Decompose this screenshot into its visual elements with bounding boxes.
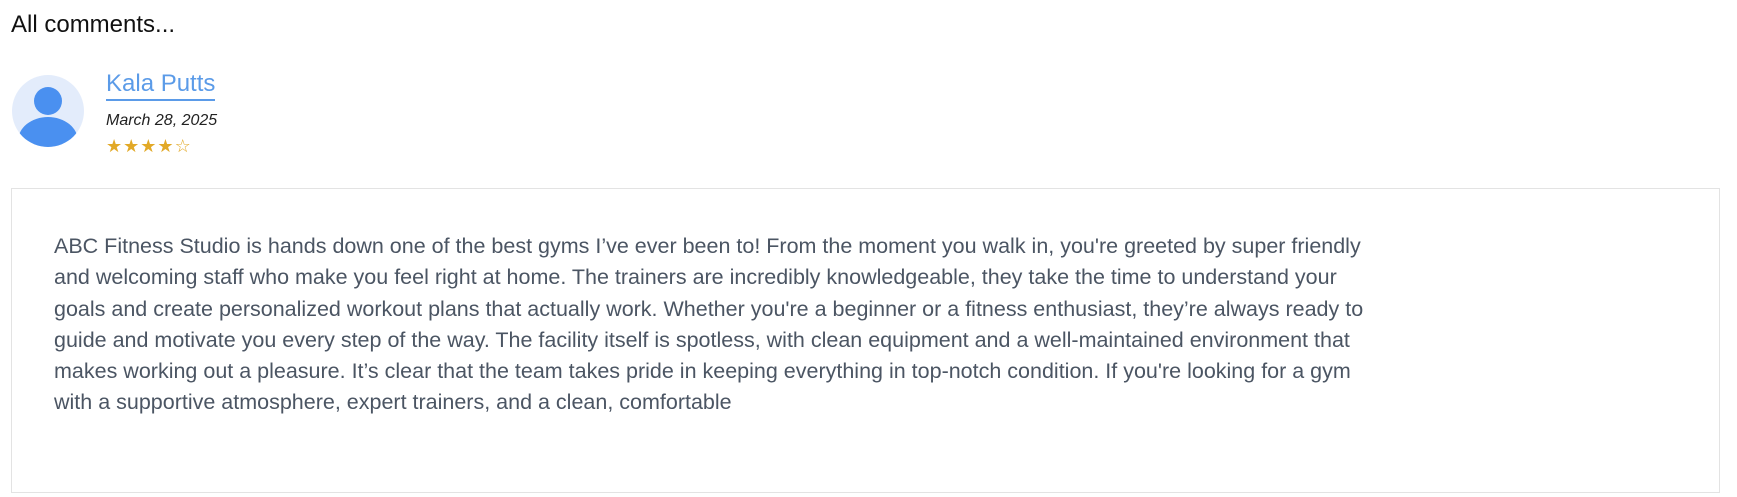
star-empty-icon: ☆ xyxy=(174,136,191,156)
user-avatar-icon xyxy=(12,75,84,147)
star-rating: ★ ★ ★ ★ ☆ xyxy=(106,137,217,155)
star-filled-icon: ★ xyxy=(140,136,157,156)
section-title: All comments... xyxy=(11,11,176,38)
comment-header: Kala Putts March 28, 2025 ★ ★ ★ ★ ☆ xyxy=(12,70,217,155)
star-filled-icon: ★ xyxy=(123,136,140,156)
star-filled-icon: ★ xyxy=(106,136,123,156)
comment-meta: Kala Putts March 28, 2025 ★ ★ ★ ★ ☆ xyxy=(106,69,217,155)
star-filled-icon: ★ xyxy=(157,136,174,156)
comment-body-box: ABC Fitness Studio is hands down one of … xyxy=(11,188,1720,493)
author-link[interactable]: Kala Putts xyxy=(106,69,216,101)
comment-date: March 28, 2025 xyxy=(106,112,218,129)
comment-text: ABC Fitness Studio is hands down one of … xyxy=(54,234,1364,415)
